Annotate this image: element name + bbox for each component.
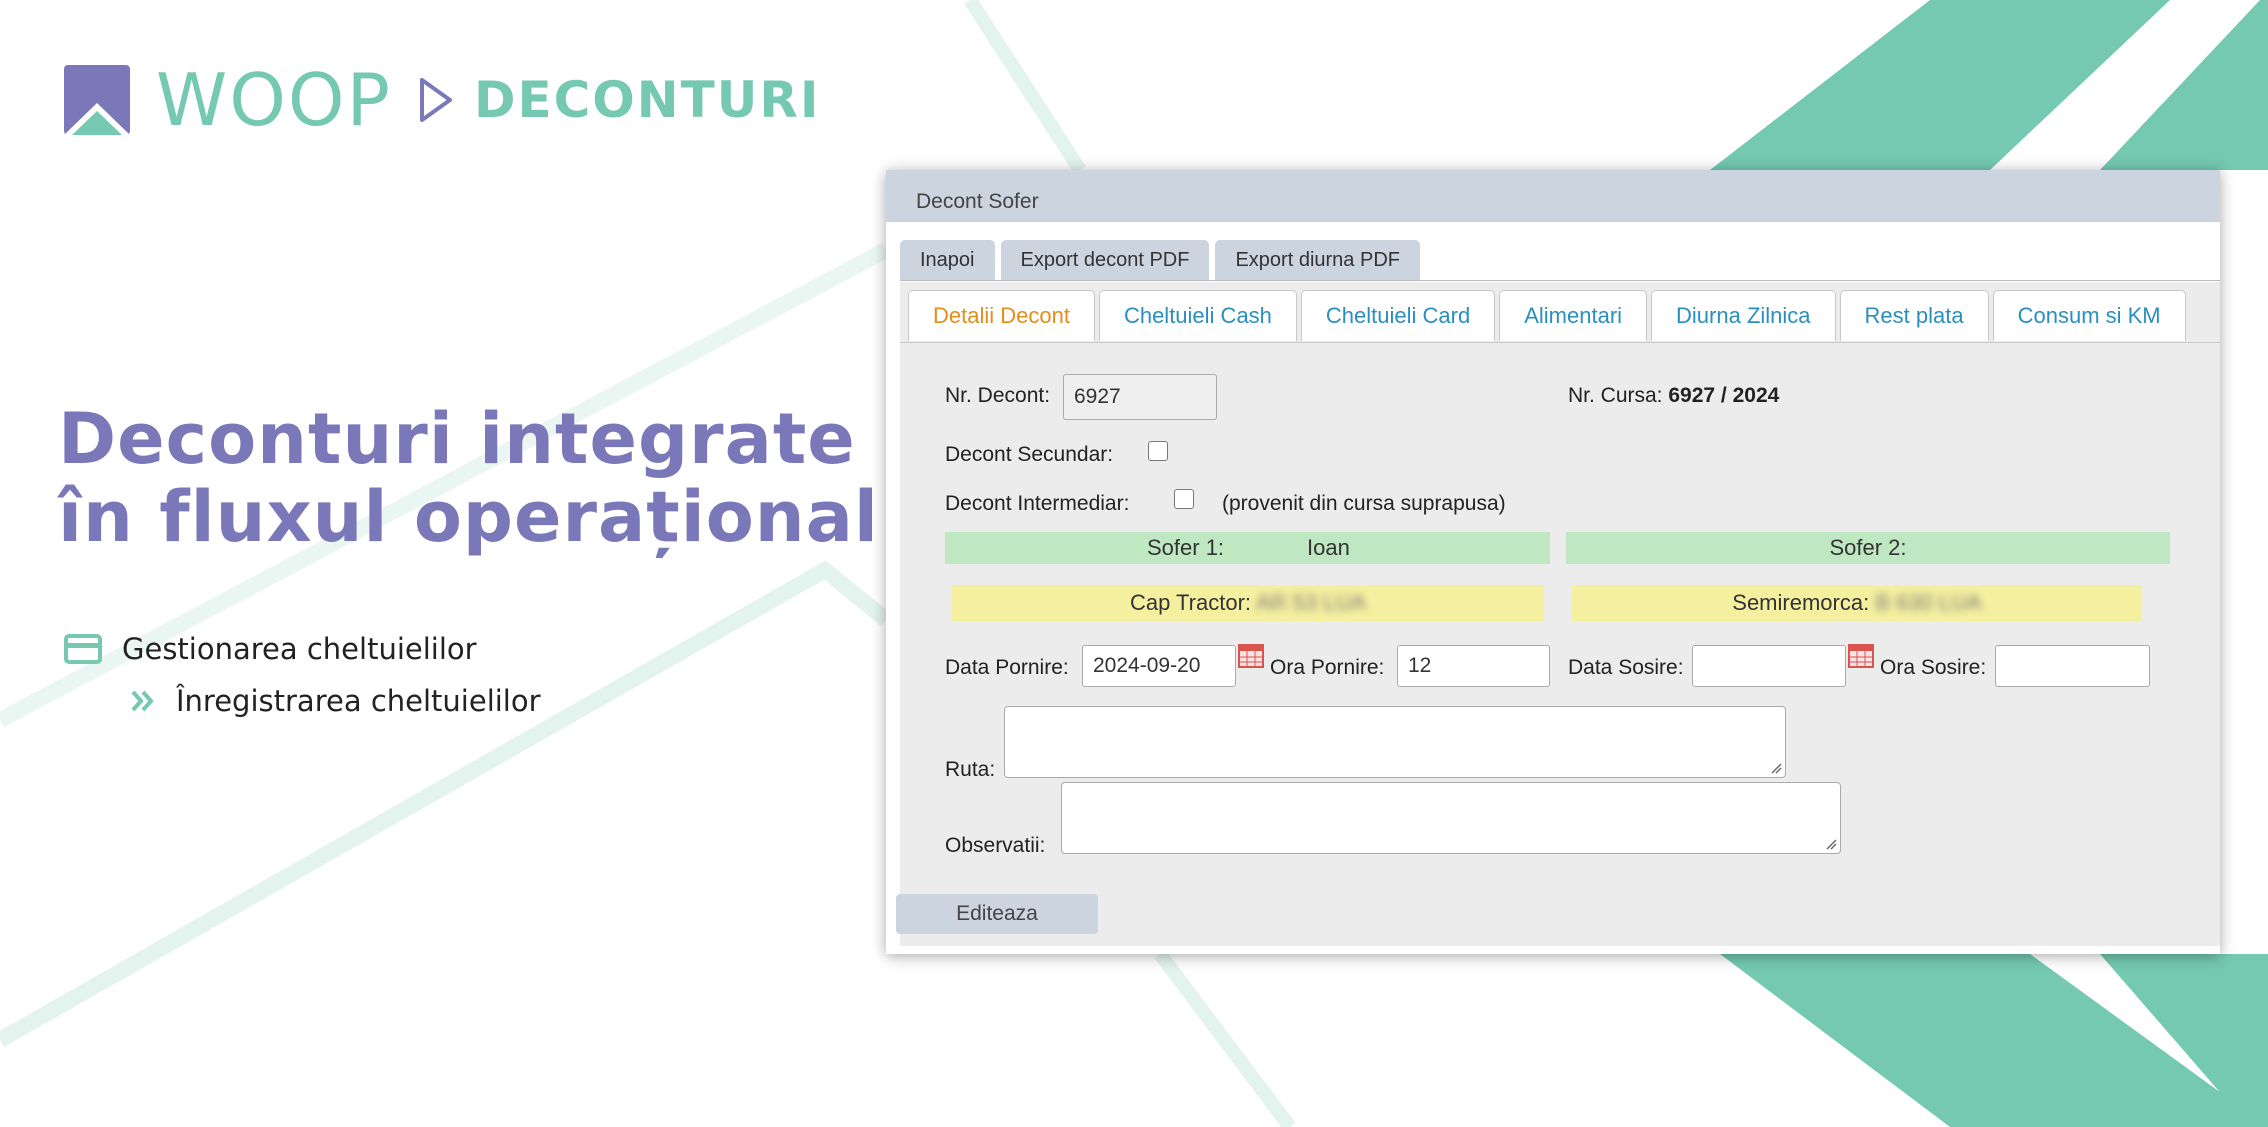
ora-sosire-label: Ora Sosire: [1880, 656, 1987, 679]
ora-pornire-input[interactable]: 12 [1397, 645, 1550, 687]
ora-sosire-input[interactable] [1995, 645, 2150, 687]
decont-intermediar-checkbox[interactable] [1174, 489, 1194, 509]
export-diurna-pdf-button[interactable]: Export diurna PDF [1215, 240, 1420, 280]
cap-tractor-row: Cap Tractor: AR 53 LUA [952, 585, 1544, 621]
data-sosire-input[interactable] [1692, 645, 1846, 687]
ruta-textarea[interactable] [1004, 706, 1786, 778]
nr-decont-label: Nr. Decont: [945, 384, 1051, 407]
page-headline: Deconturi integrate în fluxul operaționa… [58, 400, 879, 556]
calendar-icon[interactable] [1848, 644, 1874, 668]
ora-pornire-label: Ora Pornire: [1270, 656, 1385, 679]
sofer-1-row: Sofer 1: Ioan [945, 532, 1550, 564]
ruta-label: Ruta: [945, 758, 996, 781]
double-chevron-icon [131, 690, 154, 712]
observatii-textarea[interactable] [1061, 782, 1841, 854]
feature-item: Gestionarea cheltuielilor [64, 632, 477, 666]
nr-decont-field[interactable]: 6927 [1063, 374, 1217, 420]
brand-name: WOOP [156, 58, 392, 142]
logo-icon [64, 65, 130, 135]
sofer-1-value: Ioan [1307, 535, 1350, 560]
tab-alimentari[interactable]: Alimentari [1499, 290, 1648, 341]
cap-tractor-value: AR 53 LUA [1255, 590, 1366, 615]
breadcrumb-arrow-icon [419, 78, 452, 122]
header: WOOP DECONTURI [64, 64, 820, 136]
product-name: DECONTURI [473, 71, 821, 129]
back-button[interactable]: Inapoi [900, 240, 995, 280]
calendar-icon[interactable] [1238, 644, 1264, 668]
toolbar-divider [900, 280, 2220, 281]
tab-cheltuieli-cash[interactable]: Cheltuieli Cash [1098, 290, 1297, 341]
sofer-1-label: Sofer 1: [1147, 535, 1225, 560]
tab-bar: Detalii Decont Cheltuieli Cash Cheltuiel… [908, 290, 2190, 341]
headline-line-1: Deconturi integrate [58, 398, 856, 480]
resize-grip-icon[interactable] [1825, 838, 1837, 850]
tab-rest-plata[interactable]: Rest plata [1839, 290, 1989, 341]
feature-label: Gestionarea cheltuielilor [122, 632, 477, 666]
data-pornire-label: Data Pornire: [945, 656, 1069, 679]
feature-item: Înregistrarea cheltuielilor [130, 684, 541, 718]
data-sosire-label: Data Sosire: [1568, 656, 1684, 679]
cap-tractor-label: Cap Tractor: [1129, 590, 1252, 615]
decont-secundar-checkbox[interactable] [1148, 441, 1168, 461]
semiremorca-row: Semiremorca: B 630 LUA [1572, 585, 2142, 621]
sofer-2-label: Sofer 2: [1829, 535, 1907, 560]
card-icon [64, 634, 102, 664]
decont-window: Decont Sofer Inapoi Export decont PDF Ex… [886, 170, 2220, 954]
tab-detalii-decont[interactable]: Detalii Decont [908, 290, 1095, 341]
semiremorca-value: B 630 LUA [1875, 590, 1982, 615]
nr-cursa-value: 6927 / 2024 [1668, 384, 1780, 407]
tab-consum-si-km[interactable]: Consum si KM [1992, 290, 2186, 341]
feature-label: Înregistrarea cheltuielilor [176, 684, 541, 718]
decont-intermediar-label: Decont Intermediar: [945, 492, 1130, 515]
resize-grip-icon[interactable] [1770, 762, 1782, 774]
decont-secundar-label: Decont Secundar: [945, 443, 1114, 466]
edit-button[interactable]: Editeaza [896, 894, 1098, 934]
sofer-2-row: Sofer 2: [1566, 532, 2170, 564]
form-panel: Detalii Decont Cheltuieli Cash Cheltuiel… [900, 282, 2220, 946]
window-title: Decont Sofer [886, 170, 2220, 222]
tabs-divider [900, 342, 2220, 343]
semiremorca-label: Semiremorca: [1732, 590, 1870, 615]
toolbar: Inapoi Export decont PDF Export diurna P… [900, 240, 1426, 280]
export-decont-pdf-button[interactable]: Export decont PDF [1000, 240, 1210, 280]
headline-line-2: în fluxul operațional [58, 476, 879, 558]
nr-cursa-label: Nr. Cursa: 6927 / 2024 [1568, 384, 1780, 407]
tab-diurna-zilnica[interactable]: Diurna Zilnica [1651, 290, 1836, 341]
data-pornire-input[interactable]: 2024-09-20 [1082, 645, 1236, 687]
tab-cheltuieli-card[interactable]: Cheltuieli Card [1300, 290, 1496, 341]
decont-intermediar-note: (provenit din cursa suprapusa) [1222, 492, 1506, 515]
observatii-label: Observatii: [945, 834, 1046, 857]
